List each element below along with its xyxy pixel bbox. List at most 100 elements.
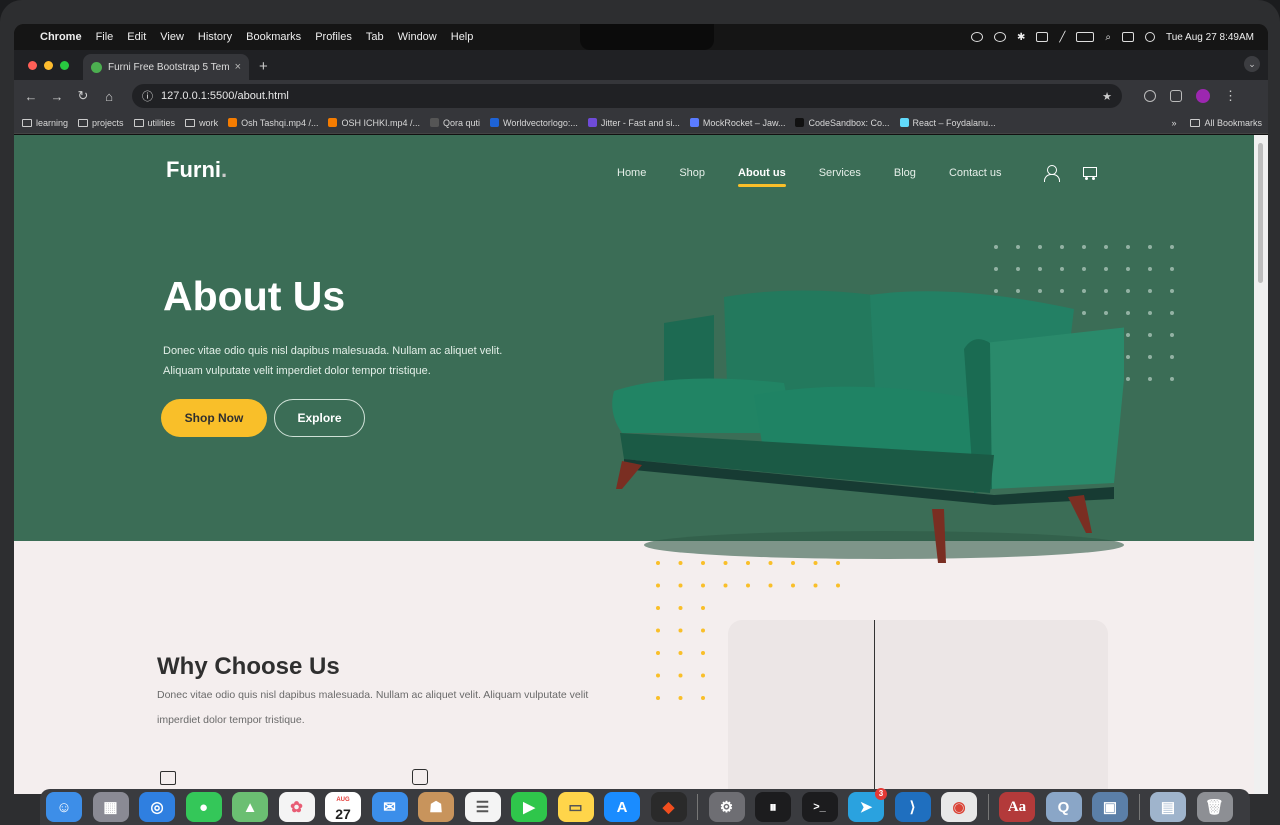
facetime-icon[interactable]: ▶ [511,792,547,822]
preview-icon[interactable]: ▣ [1092,792,1128,822]
dictionary-icon[interactable]: Aa [999,792,1035,822]
bookmark-item[interactable]: learning [22,118,68,128]
folder-icon [78,118,89,127]
launchpad-icon[interactable]: ▦ [92,792,129,822]
figma-icon[interactable]: ◆ [650,792,687,822]
downloads-folder-icon[interactable]: ▤ [1150,792,1186,822]
all-bookmarks-folder[interactable]: All Bookmarks [1190,118,1262,128]
bookmark-label: work [199,117,219,128]
nav-contact-us[interactable]: Contact us [949,167,1002,179]
app-store-icon[interactable]: A [604,792,640,822]
chrome-menu-icon[interactable]: ⋮ [1224,88,1237,104]
calendar-icon[interactable]: AUG 27 [325,792,361,822]
telegram-icon[interactable]: ➤ 3 [848,788,887,822]
contrast-icon[interactable] [993,32,1006,42]
bookmark-item[interactable]: projects [78,118,124,128]
zoom-window-button[interactable] [60,61,69,70]
active-tab[interactable]: Furni Free Bootstrap 5 Templ × [83,54,249,80]
notes-icon[interactable]: ▭ [557,792,594,822]
reminders-icon[interactable]: ☰ [464,792,501,822]
bookmark-item[interactable]: Worldvectorlogo:... [490,118,578,128]
nav-about-us[interactable]: About us [738,167,786,187]
bookmark-item[interactable]: work [185,118,218,128]
scrollbar-thumb[interactable] [1258,143,1263,283]
explore-button[interactable]: Explore [274,399,365,437]
menu-history[interactable]: History [198,31,232,43]
tab-search-chevron-icon[interactable]: ⌄ [1244,56,1260,72]
menu-tab[interactable]: Tab [366,31,384,43]
minimize-window-button[interactable] [44,61,53,70]
pen-icon[interactable]: ╱ [1059,32,1065,43]
menu-view[interactable]: View [160,31,184,43]
bookmark-item[interactable]: CodeSandbox: Co... [795,118,890,128]
system-settings-icon[interactable]: ⚙ [708,792,745,822]
messages-icon[interactable]: ● [185,792,222,822]
bookmark-item[interactable]: Osh Tashqi.mp4 /... [228,118,318,128]
reload-icon[interactable]: ↻ [70,88,96,104]
page-scrollbar[interactable] [1254,135,1268,794]
nav-shop[interactable]: Shop [679,167,705,179]
bookmark-star-icon[interactable]: ★ [1102,90,1112,103]
extension-gear-icon[interactable] [1144,90,1156,102]
menubar-status-area: ✱ ╱ ⌕ Tue Aug 27 8:49AM [970,24,1254,50]
user-icon[interactable] [1044,165,1060,182]
site-logo[interactable]: Furni. [166,157,227,183]
bookmark-item[interactable]: React – Foydalanu... [899,118,996,128]
nav-blog[interactable]: Blog [894,167,916,179]
wechat-icon[interactable] [970,32,983,42]
address-bar[interactable]: ⓘ 127.0.0.1:5500/about.html ★ [132,84,1122,108]
tab-close-icon[interactable]: × [235,61,241,73]
bookmarks-overflow-icon[interactable]: » [1171,118,1176,128]
contacts-icon[interactable]: ☗ [418,792,454,822]
menu-edit[interactable]: Edit [127,31,146,43]
close-window-button[interactable] [28,61,37,70]
extensions-puzzle-icon[interactable] [1170,90,1182,102]
bookmark-item[interactable]: MockRocket – Jaw... [689,118,785,128]
home-icon[interactable]: ⌂ [96,89,122,104]
menu-bookmarks[interactable]: Bookmarks [246,31,301,43]
terminal-icon[interactable]: >_ [801,792,838,822]
finder-icon[interactable]: ☺ [46,792,82,822]
forward-arrow-icon[interactable]: → [44,89,70,104]
menu-help[interactable]: Help [451,31,474,43]
cart-icon[interactable] [1080,165,1098,181]
mail-icon[interactable]: ✉ [371,792,408,822]
bookmark-item[interactable]: Qora quti [429,117,481,128]
menu-app-name[interactable]: Chrome [40,31,82,43]
pattern-dot [836,561,840,565]
spotlight-search-icon[interactable]: ⌕ [1105,32,1111,43]
bluetooth-icon[interactable]: ✱ [1017,32,1025,43]
profile-avatar[interactable] [1196,89,1210,103]
trash-icon[interactable]: 🗑 [1196,792,1233,822]
bookmark-item[interactable]: OSH ICHKI.mp4 /... [328,118,420,128]
menu-file[interactable]: File [96,31,114,43]
bookmark-label: Qora quti [442,117,481,128]
vscode-icon[interactable]: ⟩ [894,792,931,822]
nav-services[interactable]: Services [819,167,861,179]
bookmark-item[interactable]: utilities [133,118,175,128]
back-arrow-icon[interactable]: ← [18,89,44,104]
menubar-clock[interactable]: Tue Aug 27 8:49AM [1166,32,1254,43]
safari-icon[interactable]: ◎ [139,792,175,822]
pattern-dot [701,583,705,588]
pause-app-icon[interactable]: ⏸ [755,792,791,822]
input-source-icon[interactable] [1036,32,1049,42]
pattern-dot [1170,289,1174,293]
nav-home[interactable]: Home [617,167,646,179]
new-tab-button[interactable]: + [259,58,268,75]
site-info-icon[interactable]: ⓘ [142,88,153,104]
siri-icon[interactable] [1144,32,1155,42]
url-text[interactable]: 127.0.0.1:5500/about.html [161,90,289,102]
control-center-icon[interactable] [1121,32,1134,42]
maps-icon[interactable]: ▲ [232,792,268,822]
battery-icon[interactable] [1076,32,1095,42]
quicktime-icon[interactable]: Q [1045,792,1082,822]
photos-icon[interactable]: ✿ [278,792,315,822]
shop-now-button[interactable]: Shop Now [161,399,267,437]
pattern-dot [1148,267,1152,271]
menu-profiles[interactable]: Profiles [315,31,352,43]
menu-window[interactable]: Window [398,31,437,43]
photo-frame: Chrome File Edit View History Bookmarks … [0,0,1280,825]
bookmark-item[interactable]: Jitter - Fast and si... [587,118,680,128]
chrome-icon[interactable]: ◉ [941,792,977,822]
